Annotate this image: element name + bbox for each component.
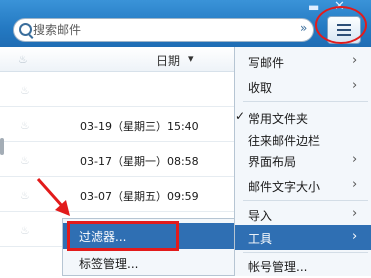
submenu-item-filters[interactable]: 过滤器... <box>63 223 234 249</box>
message-date: 03-19（星期三）15:40 <box>80 120 199 133</box>
minimize-icon[interactable]: ▬ <box>308 1 319 13</box>
menu-item-label: 邮件文字大小 <box>248 180 321 194</box>
chevron-right-icon: › <box>352 206 358 221</box>
search-options-icon[interactable]: » <box>300 21 307 35</box>
chevron-right-icon: › <box>352 229 358 244</box>
menu-item-label: 界面布局 <box>248 155 297 169</box>
selection-marker <box>0 138 4 155</box>
flag-icon[interactable]: ♨ <box>20 189 30 202</box>
message-date: 03-07（星期五）09:59 <box>80 190 199 203</box>
menu-item-import[interactable]: 导入 › <box>235 202 371 227</box>
chevron-right-icon: › <box>352 152 358 167</box>
menu-item-label: 常用文件夹 <box>248 112 309 126</box>
menu-item-label: 导入 <box>248 209 273 223</box>
sort-chevron-icon[interactable]: ▾ <box>188 52 194 65</box>
menu-item-label: 帐号管理... <box>248 260 308 274</box>
menu-item-layout[interactable]: 界面布局 › <box>235 148 371 173</box>
menu-item-compose[interactable]: 写邮件 › <box>235 49 371 74</box>
menu-item-tools[interactable]: 工具 › <box>235 225 371 250</box>
date-column-header[interactable]: 日期 <box>156 52 180 69</box>
submenu-item-label: 过滤器... <box>79 230 127 244</box>
search-input[interactable] <box>33 21 293 39</box>
tools-submenu: 过滤器... 标签管理... <box>62 218 235 276</box>
flag-icon[interactable]: ♨ <box>20 154 30 167</box>
list-menu-icon <box>337 24 351 36</box>
menu-divider <box>243 101 368 102</box>
flag-icon[interactable]: ♨ <box>20 224 30 237</box>
top-toolbar: ▬ ✕ » <box>0 0 371 47</box>
menu-item-label: 工具 <box>248 232 273 246</box>
check-icon: ✓ <box>235 109 246 123</box>
flag-column-icon[interactable]: ♨ <box>18 53 28 66</box>
menu-item-label: 写邮件 <box>248 56 285 70</box>
menu-item-receive[interactable]: 收取 › <box>235 74 371 99</box>
menu-item-label: 收取 <box>248 81 273 95</box>
close-icon[interactable]: ✕ <box>334 0 345 13</box>
search-icon <box>19 23 32 36</box>
submenu-item-label: 标签管理... <box>79 257 139 271</box>
menu-item-label: 往来邮件边栏 <box>248 134 321 148</box>
flag-icon[interactable]: ♨ <box>20 84 30 97</box>
main-menu: 写邮件 › 收取 › ✓ 常用文件夹 往来邮件边栏 界面布局 › 邮件文字大小 … <box>234 47 371 276</box>
search-box[interactable]: » <box>13 18 314 42</box>
main-menu-button[interactable] <box>327 16 361 44</box>
chevron-right-icon: › <box>352 53 358 68</box>
menu-divider <box>243 200 368 201</box>
flag-icon[interactable]: ♨ <box>20 119 30 132</box>
menu-item-font-size[interactable]: 邮件文字大小 › <box>235 173 371 198</box>
submenu-item-tag-management[interactable]: 标签管理... <box>63 250 234 276</box>
chevron-right-icon: › <box>352 78 358 93</box>
message-date: 03-17（星期一）08:58 <box>80 155 199 168</box>
menu-item-account-management[interactable]: 帐号管理... <box>235 253 371 278</box>
chevron-right-icon: › <box>352 177 358 192</box>
